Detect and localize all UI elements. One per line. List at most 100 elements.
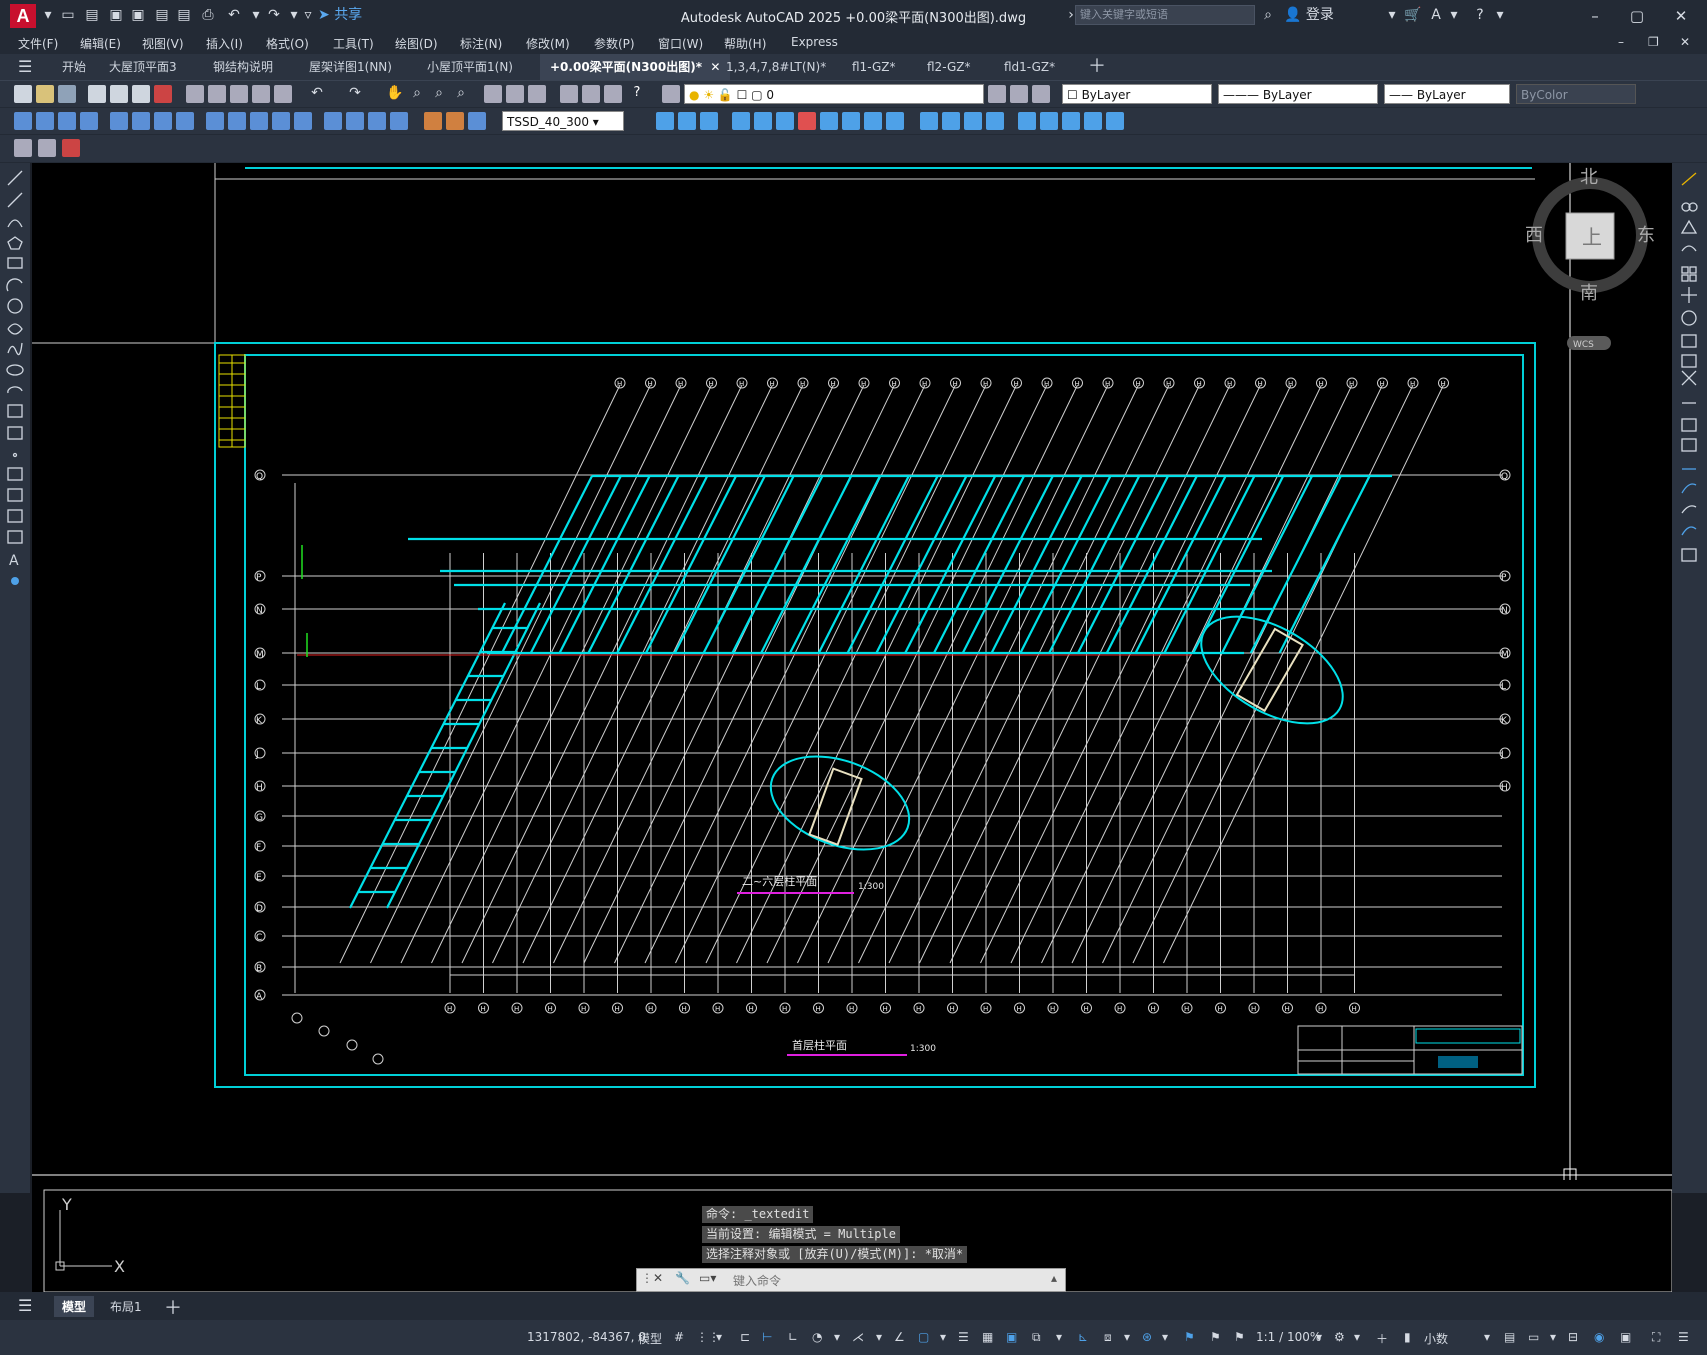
annotation-scale[interactable]: 1:1 / 100%	[1256, 1330, 1321, 1344]
redo-icon[interactable]: ↷	[266, 6, 282, 24]
customize-qat-icon[interactable]: ▿	[300, 6, 316, 24]
isodraft-icon[interactable]: ⋌	[852, 1330, 864, 1344]
cart-icon[interactable]: 🛒	[1404, 6, 1421, 24]
menu-modify[interactable]: 修改(M)	[526, 35, 570, 52]
search-input[interactable]: 键入关键字或短语	[1075, 5, 1255, 25]
color-dropdown[interactable]: ☐ ByLayer	[1062, 84, 1212, 104]
plotstyle-dropdown[interactable]: ByColor	[1516, 84, 1636, 104]
menu-dimension[interactable]: 标注(N)	[460, 35, 502, 52]
menu-parametric[interactable]: 参数(P)	[594, 35, 635, 52]
plot-icon[interactable]: ⎙	[200, 6, 216, 24]
doc-close-icon[interactable]: ✕	[1680, 35, 1690, 49]
zoom-previous-icon[interactable]: ⌕	[452, 85, 470, 103]
extra-tool-2-icon[interactable]	[38, 139, 56, 157]
menu-file[interactable]: 文件(F)	[18, 35, 58, 52]
viewcube[interactable]: 上 北 南 东 西 WCS	[1525, 167, 1655, 350]
menu-express[interactable]: Express	[791, 35, 838, 49]
tssd-tool-10-icon[interactable]	[864, 112, 882, 130]
dimension-text-edit-icon[interactable]	[446, 112, 464, 130]
tssd-tool-1-icon[interactable]	[656, 112, 674, 130]
dimstyle-dropdown[interactable]: TSSD_40_300 ▾	[502, 111, 624, 131]
tssd-tool-18-icon[interactable]	[1062, 112, 1080, 130]
close-icon[interactable]: ✕	[1664, 4, 1698, 28]
draw-tools-icons[interactable]: A	[0, 163, 30, 623]
tab-close-icon[interactable]: ✕	[710, 60, 720, 74]
tssd-tool-2-icon[interactable]	[678, 112, 696, 130]
tssd-tool-14-icon[interactable]	[964, 112, 982, 130]
infer-constraints-icon[interactable]: ⊏	[740, 1330, 750, 1344]
command-close-icon[interactable]: ✕	[653, 1271, 663, 1285]
tssd-tool-6-icon[interactable]	[776, 112, 794, 130]
dimension-edit-icon[interactable]	[424, 112, 442, 130]
login-button[interactable]: 👤 登录	[1284, 6, 1344, 24]
make-current-layer-icon[interactable]	[988, 85, 1006, 103]
tssd-tool-3-icon[interactable]	[700, 112, 718, 130]
lock-dropdown-icon[interactable]: ▾	[1550, 1330, 1556, 1344]
menu-help[interactable]: 帮助(H)	[724, 35, 766, 52]
match-properties-icon[interactable]	[252, 85, 270, 103]
aligned-dimension-icon[interactable]	[36, 112, 54, 130]
paste-icon[interactable]	[230, 85, 248, 103]
dynamic-ucs-icon[interactable]: ⊾	[1078, 1330, 1088, 1344]
drawing-canvas[interactable]: 二~六层柱平面 1:300 首层柱平面 1:300 Q Q P P N N M M L L K K J J…	[32, 163, 1672, 1193]
arc-length-icon[interactable]	[58, 112, 76, 130]
open-from-web-icon[interactable]: ▤	[154, 6, 170, 24]
annotation-visibility-icon[interactable]: ⚑	[1184, 1330, 1195, 1344]
menu-draw[interactable]: 绘图(D)	[395, 35, 438, 52]
pan-icon[interactable]: ✋	[386, 85, 404, 103]
autocad-logo-icon[interactable]: A	[10, 4, 36, 28]
tolerance-icon[interactable]	[324, 112, 342, 130]
properties-icon[interactable]	[484, 85, 502, 103]
tssd-tool-5-icon[interactable]	[754, 112, 772, 130]
copy-icon[interactable]	[208, 85, 226, 103]
layer-state-icon[interactable]	[1032, 85, 1050, 103]
polar-dropdown-icon[interactable]: ▾	[834, 1330, 840, 1344]
tssd-tool-13-icon[interactable]	[942, 112, 960, 130]
object-snap-icon[interactable]: ▢	[918, 1330, 929, 1344]
menu-tools[interactable]: 工具(T)	[333, 35, 374, 52]
workspace-dropdown-icon[interactable]: ▾	[1354, 1330, 1360, 1344]
save-icon-tb[interactable]	[58, 85, 76, 103]
tab-steel-notes[interactable]: 钢结构说明	[213, 54, 273, 80]
minimize-icon[interactable]: –	[1578, 4, 1612, 28]
help-icon[interactable]: ?	[1472, 6, 1488, 24]
ortho-icon[interactable]: ∟	[788, 1330, 798, 1344]
modify-tools-icons[interactable]	[1672, 163, 1707, 583]
extra-tool-1-icon[interactable]	[14, 139, 32, 157]
scale-dropdown-icon[interactable]: ▾	[1316, 1330, 1322, 1344]
lineweight-dropdown[interactable]: —— ByLayer	[1384, 84, 1510, 104]
zoom-realtime-icon[interactable]: ⌕	[408, 85, 426, 103]
linear-dimension-icon[interactable]	[14, 112, 32, 130]
tssd-tool-16-icon[interactable]	[1018, 112, 1036, 130]
transparency-icon[interactable]: ▦	[982, 1330, 993, 1344]
units-dropdown-icon[interactable]: ▾	[1484, 1330, 1490, 1344]
print-icon[interactable]	[88, 85, 106, 103]
tab-fl2-gz[interactable]: fl2-GZ*	[927, 54, 970, 80]
print-preview-icon[interactable]	[110, 85, 128, 103]
menu-edit[interactable]: 编辑(E)	[80, 35, 121, 52]
snap-dropdown-icon[interactable]: ▾	[716, 1330, 722, 1344]
dimension-break-icon[interactable]	[294, 112, 312, 130]
compass-south[interactable]: 南	[1580, 283, 1598, 304]
new-icon[interactable]	[14, 85, 32, 103]
linetype-dropdown[interactable]: ——— ByLayer	[1218, 84, 1378, 104]
lineweight-icon[interactable]: ☰	[958, 1330, 969, 1344]
customization-icon[interactable]: ☰	[1678, 1330, 1689, 1344]
lock-ui-icon[interactable]: ▭	[1528, 1330, 1539, 1344]
tssd-tool-17-icon[interactable]	[1040, 112, 1058, 130]
zoom-window-icon[interactable]: ⌕	[430, 85, 448, 103]
ordinate-icon[interactable]	[80, 112, 98, 130]
app-menu-chevron-icon[interactable]: ▾	[40, 6, 56, 24]
continue-icon[interactable]	[250, 112, 268, 130]
fullscreen-icon[interactable]: ⛶	[1652, 1330, 1660, 1345]
tssd-tool-15-icon[interactable]	[986, 112, 1004, 130]
layer-previous-icon[interactable]	[1010, 85, 1028, 103]
tab-lt[interactable]: 1,3,4,7,8#LT(N)*	[726, 54, 826, 80]
layout-menu-icon[interactable]: ☰	[18, 1296, 32, 1315]
login-dropdown-icon[interactable]: ▾	[1384, 6, 1400, 24]
autodesk-app-icon[interactable]: A	[1428, 6, 1444, 24]
model-space-button[interactable]: 模型	[638, 1330, 662, 1347]
compass-north[interactable]: 北	[1580, 167, 1598, 188]
jogged-linear-icon[interactable]	[390, 112, 408, 130]
annotation-scale-icon[interactable]: ⚑	[1234, 1330, 1245, 1344]
